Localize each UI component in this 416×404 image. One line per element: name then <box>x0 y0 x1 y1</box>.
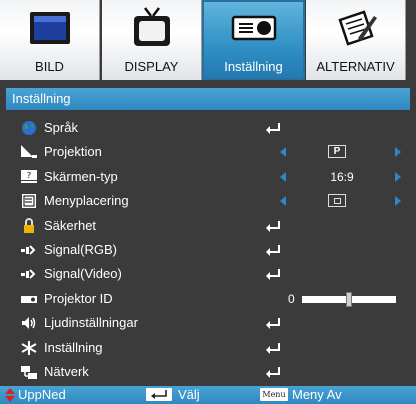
enter-icon[interactable] <box>264 266 282 282</box>
footer-updown-label: UppNed <box>18 387 66 402</box>
menu-item-skarmen-typ[interactable]: ? Skärmen-typ 16:9 <box>6 165 410 189</box>
section-title: Inställning <box>6 88 410 110</box>
menu-item-projektion[interactable]: Projektion P <box>6 140 410 164</box>
up-down-icon <box>5 388 15 402</box>
menu-item-installning[interactable]: Inställning <box>6 336 410 360</box>
lock-icon <box>20 217 38 234</box>
enter-icon[interactable] <box>264 120 282 136</box>
menu-item-label: Signal(Video) <box>44 266 122 282</box>
tab-alternativ[interactable]: ALTERNATIV <box>306 0 406 80</box>
footer-bar: UppNed Välj Menu Meny Av <box>0 386 416 404</box>
pen-paper-icon <box>306 6 405 50</box>
menu-item-ljudinstallningar[interactable]: Ljudinställningar <box>6 311 410 335</box>
arrow-left-icon[interactable] <box>280 171 286 182</box>
monitor-icon <box>0 6 99 50</box>
menu-item-signal-rgb[interactable]: Signal(RGB) <box>6 238 410 262</box>
menu-item-label: Säkerhet <box>44 217 97 233</box>
slider-thumb[interactable] <box>346 291 352 307</box>
signal-rgb-icon <box>20 242 38 258</box>
enter-key-icon <box>146 388 172 401</box>
menu-item-sakerhet[interactable]: Säkerhet <box>6 214 410 238</box>
tab-display[interactable]: DISPLAY <box>102 0 202 80</box>
menu-item-menyplacering[interactable]: Menyplacering <box>6 189 410 213</box>
menu-item-label: Språk <box>44 120 78 135</box>
menu-item-sprak[interactable]: Språk <box>6 116 410 140</box>
arrow-left-icon[interactable] <box>280 196 286 207</box>
signal-video-icon <box>20 266 38 282</box>
enter-icon[interactable] <box>264 218 282 234</box>
arrow-right-icon[interactable] <box>395 147 401 158</box>
menu-item-label: Menyplacering <box>44 193 129 209</box>
tab-label: Inställning <box>224 59 283 74</box>
menu-item-label: Projektion <box>44 144 102 160</box>
speaker-icon <box>20 315 38 331</box>
screen-type-icon: ? <box>20 169 38 185</box>
menu-item-label: Skärmen-typ <box>44 168 118 184</box>
menu-list: Språk Projektion P ? Skärmen-typ 16:9 Me… <box>6 116 410 384</box>
osd-menu: BILD DISPLAY Inställning ALTERNATIV Inst… <box>0 0 416 404</box>
menu-key-icon: Menu <box>260 388 288 401</box>
tab-installning[interactable]: Inställning <box>202 0 305 80</box>
arrow-right-icon[interactable] <box>395 171 401 182</box>
footer-select-label: Välj <box>178 387 200 402</box>
network-icon <box>20 364 38 380</box>
menu-location-icon <box>20 193 38 209</box>
projector-id-icon <box>20 291 38 307</box>
enter-icon[interactable] <box>264 364 282 380</box>
svg-text:?: ? <box>27 171 31 180</box>
projector-id-slider[interactable] <box>302 291 396 307</box>
tab-bild[interactable]: BILD <box>0 0 100 80</box>
enter-icon[interactable] <box>264 242 282 258</box>
arrow-left-icon[interactable] <box>280 147 286 158</box>
menu-item-label: Projektor ID <box>44 290 113 306</box>
menu-location-value <box>328 194 346 208</box>
menu-item-label: Ljudinställningar <box>44 315 138 331</box>
tab-bar: BILD DISPLAY Inställning ALTERNATIV <box>0 0 416 80</box>
screen-type-value: 16:9 <box>330 169 354 184</box>
menu-item-signal-video[interactable]: Signal(Video) <box>6 262 410 286</box>
menu-item-label: Inställning <box>44 339 103 355</box>
projection-value: P <box>328 145 346 159</box>
tab-label: BILD <box>35 59 64 74</box>
menu-item-label: Nätverk <box>44 363 89 379</box>
enter-icon[interactable] <box>264 315 282 331</box>
projector-id-value: 0 <box>288 291 295 306</box>
enter-icon[interactable] <box>264 340 282 356</box>
menu-item-natverk[interactable]: Nätverk <box>6 360 410 384</box>
footer-menu-off-label: Meny Av <box>292 387 342 402</box>
tab-label: DISPLAY <box>124 59 179 74</box>
reset-icon <box>20 340 38 356</box>
projector-icon <box>204 6 303 50</box>
arrow-right-icon[interactable] <box>395 196 401 207</box>
menu-item-label: Signal(RGB) <box>44 241 117 257</box>
globe-icon <box>20 120 38 136</box>
projection-icon <box>20 144 38 160</box>
tab-label: ALTERNATIV <box>316 59 395 74</box>
menu-item-projektor-id[interactable]: Projektor ID 0 <box>6 287 410 311</box>
tv-icon <box>102 6 201 50</box>
